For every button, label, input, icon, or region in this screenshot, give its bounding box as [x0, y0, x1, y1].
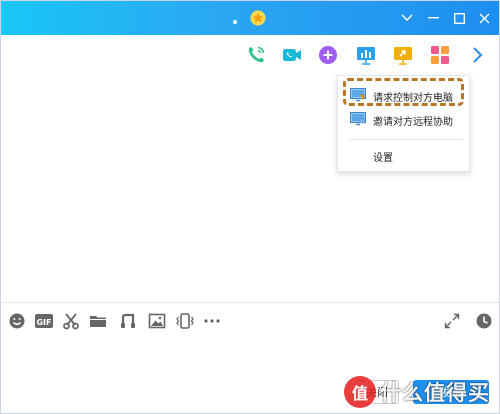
menu-item-invite-assist[interactable]: 邀请对方远程协助 — [338, 109, 469, 131]
minimize-icon[interactable] — [424, 9, 442, 27]
chevron-right-icon[interactable] — [467, 44, 489, 66]
remote-assist-icon[interactable] — [392, 44, 414, 66]
add-icon[interactable] — [317, 44, 339, 66]
close-icon[interactable] — [475, 9, 493, 27]
folder-icon[interactable] — [89, 312, 107, 330]
menu-item-settings[interactable]: 设置 — [338, 145, 469, 167]
chat-window: 请求控制对方电脑 邀请对方远程协助 设置 GIF 关闭 发送 值 什么值得买 — [0, 0, 500, 414]
gif-icon[interactable]: GIF — [34, 312, 54, 330]
title-bar — [1, 1, 499, 35]
menu-item-label: 设置 — [373, 153, 393, 164]
vibrate-icon[interactable] — [176, 312, 194, 330]
screen-share-icon[interactable] — [355, 44, 377, 66]
svg-text:GIF: GIF — [36, 318, 51, 327]
expand-icon[interactable] — [443, 312, 461, 330]
history-icon[interactable] — [475, 312, 493, 330]
send-button[interactable]: 发送 — [413, 380, 489, 404]
chevron-down-icon[interactable] — [398, 9, 416, 27]
more-icon[interactable] — [203, 312, 221, 330]
maximize-icon[interactable] — [450, 9, 468, 27]
input-divider — [1, 302, 499, 303]
emoji-icon[interactable] — [8, 312, 26, 330]
image-icon[interactable] — [148, 312, 166, 330]
star-icon — [250, 10, 266, 26]
close-button[interactable]: 关闭 — [355, 380, 399, 404]
highlight-box — [343, 78, 464, 106]
remote-assist-icon — [350, 112, 366, 126]
phone-icon[interactable] — [245, 44, 267, 66]
apps-icon[interactable] — [429, 44, 451, 66]
status-dot — [233, 20, 237, 24]
menu-divider — [348, 139, 463, 140]
menu-item-label: 邀请对方远程协助 — [373, 117, 453, 128]
music-icon[interactable] — [119, 312, 137, 330]
video-call-icon[interactable] — [281, 44, 303, 66]
scissors-icon[interactable] — [62, 312, 80, 330]
